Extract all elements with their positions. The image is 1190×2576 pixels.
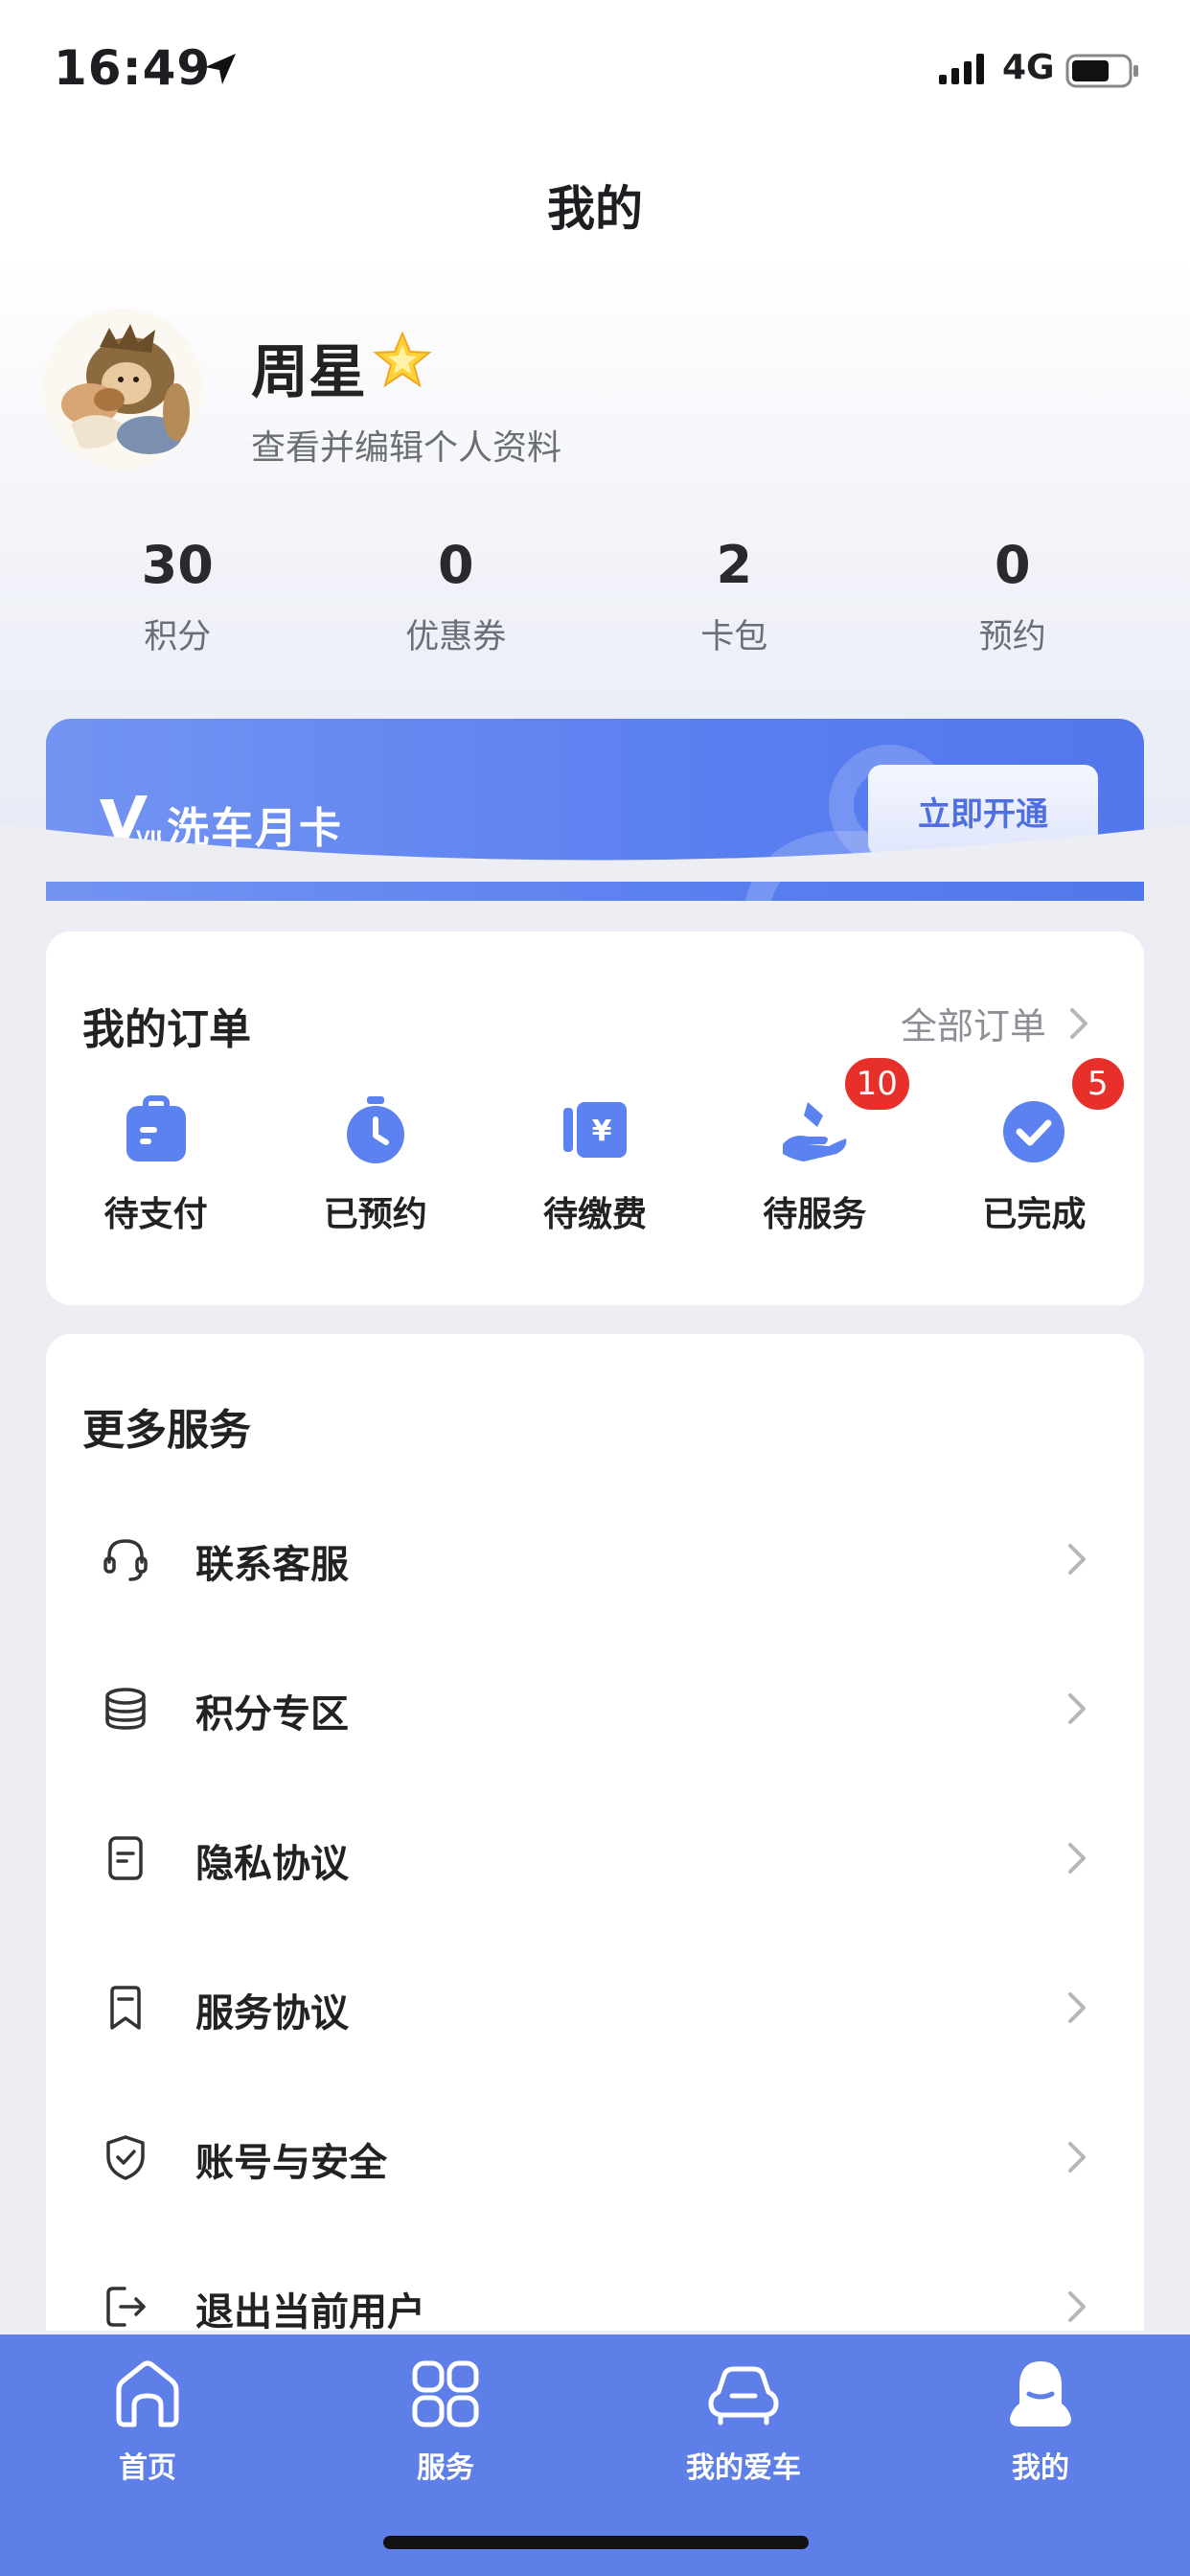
chevron-right-icon (1068, 1544, 1086, 1575)
stats-row: 30 积分 0 优惠券 2 卡包 0 预约 (38, 537, 1152, 661)
chevron-right-icon (1068, 1693, 1086, 1724)
tab-services[interactable]: 服务 (331, 2356, 561, 2486)
avatar-illustration (42, 309, 203, 470)
service-label: 隐私协议 (195, 1842, 349, 1886)
stat-value: 0 (994, 535, 1031, 595)
battery-icon (1065, 54, 1138, 88)
order-status-row: 待支付 已预约 ¥ 待缴费 待服务 10 已完成 5 (46, 1054, 1144, 1236)
order-label: 待缴费 (543, 1195, 648, 1234)
service-item-points-zone[interactable]: 积分专区 (46, 1656, 1144, 1806)
bill-icon: ¥ (563, 1102, 627, 1158)
service-item-privacy-policy[interactable]: 隐私协议 (46, 1806, 1144, 1955)
avatar[interactable] (42, 309, 203, 470)
service-label: 账号与安全 (195, 2141, 387, 2185)
order-pending-payment[interactable]: 待支付 (46, 1094, 265, 1236)
star-badge-icon (373, 331, 432, 388)
tab-label: 服务 (417, 2451, 474, 2485)
tab-home[interactable]: 首页 (33, 2356, 263, 2486)
car-icon (708, 2366, 779, 2426)
tab-label: 我的 (1012, 2451, 1069, 2485)
home-icon (116, 2360, 179, 2427)
order-pending-service[interactable]: 待服务 10 (705, 1054, 925, 1236)
services-title: 更多服务 (82, 1406, 251, 1455)
status-time: 16:49 (54, 40, 212, 96)
network-type: 4G (1002, 48, 1055, 87)
stopwatch-icon (346, 1096, 404, 1163)
chevron-right-icon (1068, 1992, 1086, 2023)
chevron-right-icon (1068, 1843, 1086, 1874)
banner-curve-divider (0, 824, 1190, 882)
tab-my-car[interactable]: 我的爱车 (629, 2356, 858, 2486)
headset-icon (103, 1539, 148, 1581)
logout-icon (106, 2287, 146, 2327)
all-orders-label: 全部订单 (900, 1005, 1046, 1047)
stat-value: 2 (716, 535, 753, 595)
tab-label: 首页 (119, 2451, 176, 2485)
home-indicator (383, 2536, 809, 2549)
wallet-icon (126, 1095, 186, 1162)
service-label: 联系客服 (195, 1543, 349, 1587)
order-label: 待支付 (103, 1195, 208, 1234)
chevron-right-icon (1068, 2142, 1086, 2173)
grid-icon (412, 2360, 479, 2427)
stat-label: 积分 (144, 618, 212, 656)
stat-label: 优惠券 (405, 618, 507, 656)
service-item-account-security[interactable]: 账号与安全 (46, 2104, 1144, 2254)
status-bar: 16:49 4G (0, 0, 1190, 134)
service-label: 服务协议 (195, 1991, 349, 2036)
coins-icon (105, 1688, 146, 1730)
stat-value: 30 (141, 535, 214, 595)
service-list: 联系客服 积分专区 隐私协议 服务协议 账号与安全 退出当前用户 (46, 1506, 1144, 2404)
user-name: 周星 (251, 339, 366, 406)
stat-label: 卡包 (700, 618, 768, 656)
more-services-card: 更多服务 联系客服 积分专区 隐私协议 服务协议 账号与安全 退出当前用户 (46, 1334, 1144, 2334)
order-label: 待服务 (763, 1195, 867, 1234)
order-label: 已预约 (323, 1195, 427, 1234)
edit-profile-link[interactable]: 查看并编辑个人资料 (251, 420, 561, 470)
shield-icon (106, 2135, 145, 2180)
pending-service-count-badge: 10 (840, 1054, 913, 1114)
hand-service-icon (783, 1102, 847, 1162)
bookmark-icon (110, 1986, 141, 2030)
page-title: 我的 (547, 181, 643, 237)
check-circle-icon (1003, 1101, 1065, 1162)
my-orders-card: 我的订单 全部订单 待支付 已预约 ¥ 待缴费 待服务 10 已完成 5 (46, 932, 1144, 1305)
tab-label: 我的爱车 (686, 2451, 801, 2485)
stat-appointments[interactable]: 0 预约 (874, 537, 1153, 661)
chevron-right-icon (1070, 1007, 1087, 1039)
order-booked[interactable]: 已预约 (265, 1094, 485, 1236)
stat-value: 0 (437, 535, 474, 595)
service-item-service-agreement[interactable]: 服务协议 (46, 1955, 1144, 2104)
chevron-right-icon (1068, 2291, 1086, 2322)
document-icon (108, 1836, 143, 1880)
stat-card-wallet[interactable]: 2 卡包 (595, 537, 874, 661)
all-orders-link[interactable]: 全部订单 (901, 997, 1090, 1049)
stat-points[interactable]: 30 积分 (38, 537, 317, 661)
profile-icon (1010, 2361, 1071, 2426)
stat-coupons[interactable]: 0 优惠券 (317, 537, 596, 661)
service-label: 积分专区 (195, 1692, 349, 1736)
order-pending-fee[interactable]: ¥ 待缴费 (485, 1094, 704, 1236)
stat-label: 预约 (978, 618, 1046, 656)
signal-icon (939, 54, 984, 84)
orders-title: 我的订单 (82, 1005, 251, 1054)
completed-count-badge: 5 (1067, 1054, 1128, 1114)
order-completed[interactable]: 已完成 5 (925, 1054, 1144, 1236)
order-label: 已完成 (982, 1195, 1087, 1234)
service-label: 退出当前用户 (195, 2290, 425, 2334)
svg-text:¥: ¥ (592, 1115, 612, 1148)
location-arrow-icon (205, 54, 236, 84)
tab-profile[interactable]: 我的 (926, 2356, 1156, 2486)
service-item-customer-support[interactable]: 联系客服 (46, 1506, 1144, 1656)
